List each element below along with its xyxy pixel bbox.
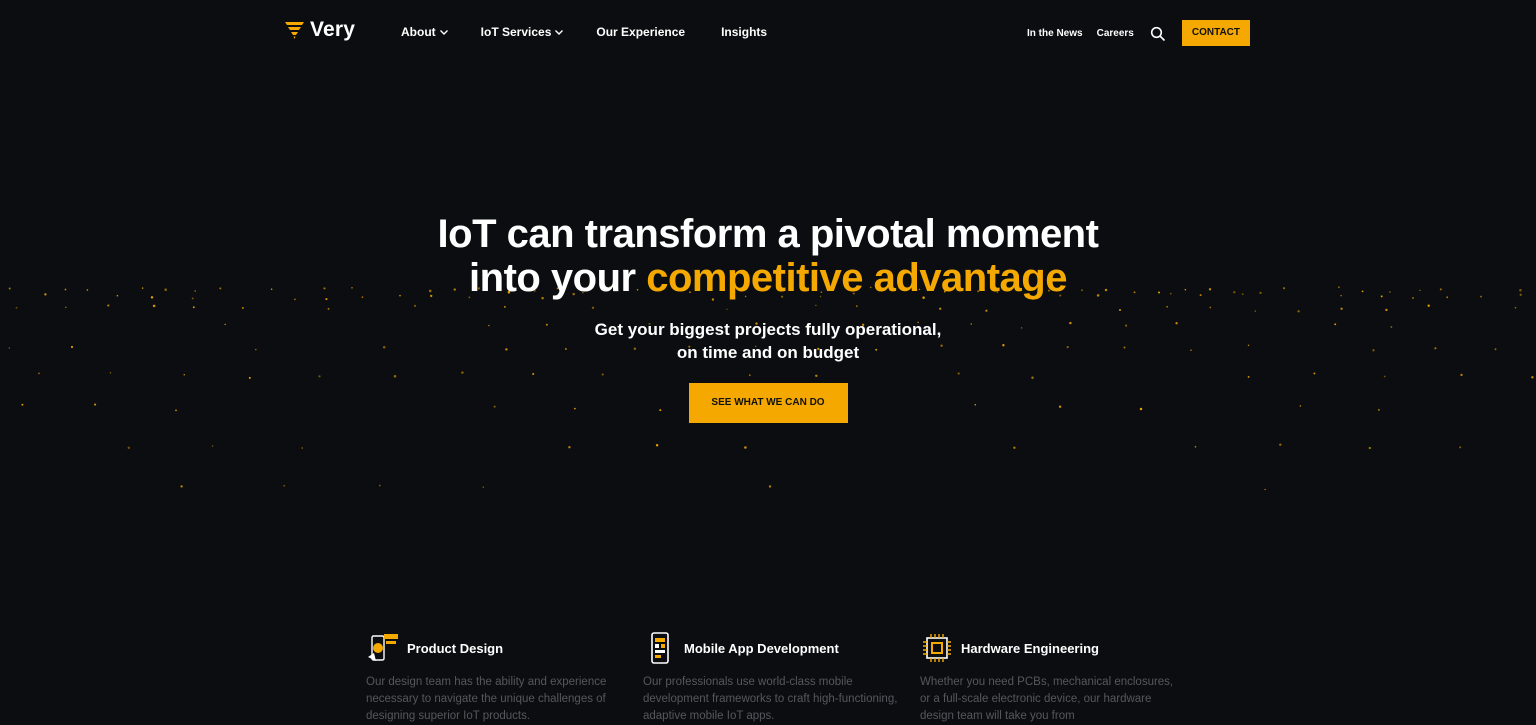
- particle-dot: [180, 485, 182, 487]
- particle-dot: [1369, 447, 1371, 449]
- bottom-fade-overlay: [0, 676, 1536, 724]
- particle-dot: [1195, 446, 1197, 448]
- particle-dot: [744, 446, 747, 449]
- particle-dot: [483, 486, 485, 488]
- hero-subtitle-line-2: on time and on budget: [677, 343, 859, 362]
- hero-subtitle-line-1: Get your biggest projects fully operatio…: [595, 320, 942, 339]
- chevron-down-icon: [439, 27, 449, 37]
- hero-title-accent: competitive advantage: [646, 256, 1067, 300]
- particle-dot: [283, 485, 285, 487]
- nav-item-label: About: [401, 25, 436, 39]
- particle-dot: [769, 485, 771, 487]
- nav-link-in-the-news[interactable]: In the News: [1027, 28, 1083, 39]
- hero-section: IoT can transform a pivotal moment into …: [0, 212, 1536, 423]
- particle-dot: [1264, 489, 1266, 490]
- nav-link-careers[interactable]: Careers: [1097, 28, 1134, 39]
- feature-header: Hardware Engineering: [920, 630, 1197, 666]
- feature-title: Mobile App Development: [684, 641, 839, 656]
- contact-button[interactable]: CONTACT: [1182, 20, 1250, 46]
- hero-title-line-2-prefix: into your: [469, 256, 646, 300]
- hero-subtitle: Get your biggest projects fully operatio…: [0, 318, 1536, 364]
- nav-item-iot-services[interactable]: IoT Services: [481, 25, 565, 39]
- nav-item-our-experience[interactable]: Our Experience: [596, 25, 685, 39]
- logo-mark-icon: [284, 19, 306, 41]
- product-design-icon: [366, 631, 400, 665]
- feature-header: Product Design: [366, 630, 643, 666]
- nav-item-about[interactable]: About: [401, 25, 449, 39]
- feature-title: Hardware Engineering: [961, 641, 1099, 656]
- logo[interactable]: Very: [284, 18, 355, 42]
- particle-dot: [1459, 446, 1461, 448]
- nav-item-insights[interactable]: Insights: [721, 25, 767, 39]
- nav-item-label: IoT Services: [481, 25, 552, 39]
- chip-icon: [920, 631, 954, 665]
- particle-dot: [656, 444, 658, 446]
- particle-dot: [301, 447, 303, 449]
- see-what-we-can-do-button[interactable]: SEE WHAT WE CAN DO: [689, 383, 848, 423]
- chevron-down-icon: [554, 27, 564, 37]
- particle-dot: [1013, 447, 1015, 449]
- hero-title: IoT can transform a pivotal moment into …: [0, 212, 1536, 300]
- nav-item-label: Insights: [721, 25, 767, 39]
- secondary-nav: In the News Careers CONTACT: [1027, 20, 1250, 46]
- main-nav: About IoT Services Our Experience Insigh…: [401, 25, 799, 39]
- particle-dot: [568, 446, 570, 448]
- particle-dot: [379, 485, 381, 487]
- particle-dot: [1279, 444, 1281, 446]
- feature-header: Mobile App Development: [643, 630, 920, 666]
- nav-item-label: Our Experience: [596, 25, 685, 39]
- particle-dot: [128, 447, 130, 449]
- logo-text: Very: [310, 18, 355, 42]
- hero-title-line-1: IoT can transform a pivotal moment: [438, 212, 1099, 256]
- mobile-app-icon: [643, 631, 677, 665]
- feature-title: Product Design: [407, 641, 503, 656]
- search-icon[interactable]: [1150, 26, 1166, 42]
- particle-dot: [212, 445, 214, 447]
- site-header: Very About IoT Services Our Experience I…: [0, 0, 1536, 66]
